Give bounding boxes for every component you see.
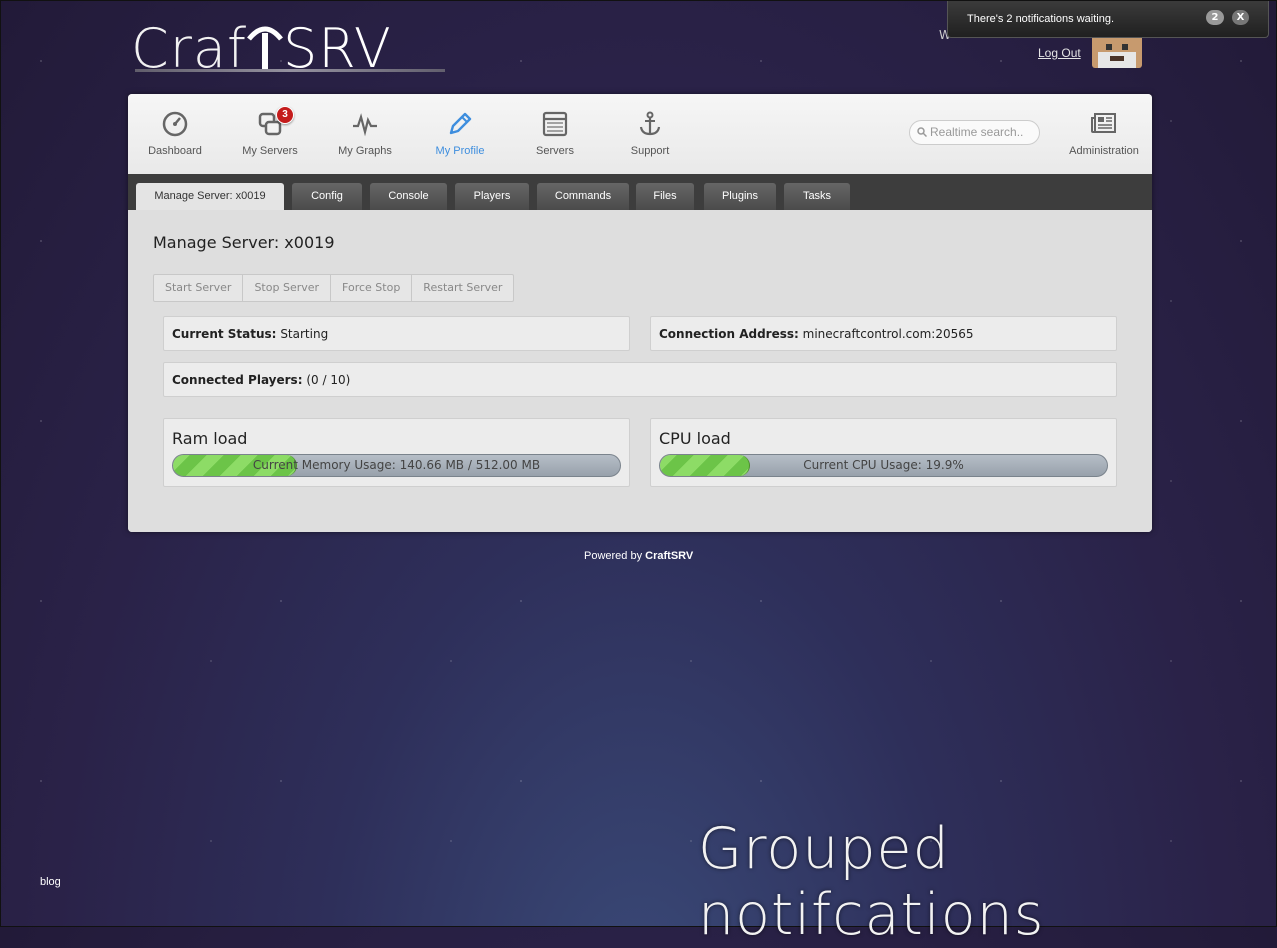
nav-label-servers: Servers xyxy=(536,145,574,157)
graph-pulse-icon xyxy=(353,113,377,137)
nav-item-administration[interactable]: Administration xyxy=(1068,94,1140,174)
address-label: Connection Address: xyxy=(659,327,799,341)
powered-by-footer: Powered by CraftSRV xyxy=(584,550,693,562)
logout-link[interactable]: Log Out xyxy=(1038,46,1081,60)
grouped-notifications-caption: Grouped notifcations xyxy=(698,816,1045,948)
anchor-icon xyxy=(639,111,661,136)
stop-server-button[interactable]: Stop Server xyxy=(243,275,332,301)
nav-item-support[interactable]: Support xyxy=(620,94,680,174)
manage-server-content: Manage Server: x0019 Start Server Stop S… xyxy=(128,210,1152,532)
tab-tasks[interactable]: Tasks xyxy=(784,183,850,210)
status-label: Current Status: xyxy=(172,327,277,341)
pencil-icon xyxy=(449,112,472,135)
current-status-box: Current Status: Starting xyxy=(163,316,630,351)
tab-players[interactable]: Players xyxy=(455,183,529,210)
search-icon xyxy=(917,127,927,137)
nav-label-dashboard: Dashboard xyxy=(148,145,202,157)
powered-brand-link[interactable]: CraftSRV xyxy=(645,550,693,562)
tab-config[interactable]: Config xyxy=(292,183,362,210)
tab-plugins[interactable]: Plugins xyxy=(704,183,776,210)
cpu-load-title: CPU load xyxy=(659,429,731,448)
server-action-buttons: Start Server Stop Server Force Stop Rest… xyxy=(153,274,515,302)
notification-close-button[interactable]: X xyxy=(1232,10,1249,25)
connection-address-box: Connection Address: minecraftcontrol.com… xyxy=(650,316,1117,351)
list-window-icon xyxy=(542,111,568,137)
nav-label-my-graphs: My Graphs xyxy=(338,145,392,157)
server-tab-bar: Manage Server: x0019 Config Console Play… xyxy=(128,174,1152,210)
nav-item-my-servers[interactable]: My Servers 3 xyxy=(240,94,300,174)
nav-label-administration: Administration xyxy=(1069,145,1139,157)
players-value: (0 / 10) xyxy=(306,373,351,387)
nav-item-my-graphs[interactable]: My Graphs xyxy=(335,94,395,174)
restart-server-button[interactable]: Restart Server xyxy=(412,275,513,301)
nav-label-my-servers: My Servers xyxy=(242,145,298,157)
players-label: Connected Players: xyxy=(172,373,303,387)
force-stop-button[interactable]: Force Stop xyxy=(331,275,413,301)
nav-label-support: Support xyxy=(630,145,670,157)
tab-console[interactable]: Console xyxy=(370,183,447,210)
powered-prefix: Powered by xyxy=(584,550,643,562)
logo-arrow-icon xyxy=(247,26,283,69)
tab-manage-server[interactable]: Manage Server: x0019 xyxy=(136,183,284,210)
nav-item-servers[interactable]: Servers xyxy=(525,94,585,174)
page-title: Manage Server: x0019 xyxy=(153,233,335,252)
newspaper-icon xyxy=(1091,113,1116,133)
dashboard-gauge-icon xyxy=(162,111,188,137)
logo-underline xyxy=(135,69,445,72)
tab-files[interactable]: Files xyxy=(636,183,694,210)
realtime-search-input[interactable]: Realtime search.. xyxy=(909,120,1040,145)
nav-item-my-profile[interactable]: My Profile xyxy=(430,94,490,174)
cpu-load-box: CPU load Current CPU Usage: 19.9% xyxy=(650,418,1117,487)
ram-progress-bar: Current Memory Usage: 140.66 MB / 512.00… xyxy=(172,454,621,477)
cpu-progress-bar: Current CPU Usage: 19.9% xyxy=(659,454,1108,477)
notification-count-badge[interactable]: 2 xyxy=(1206,10,1224,25)
notification-toast[interactable]: There's 2 notifications waiting. 2 X xyxy=(947,1,1269,38)
ram-usage-text: Current Memory Usage: 140.66 MB / 512.00… xyxy=(252,458,541,472)
nav-label-my-profile: My Profile xyxy=(435,145,485,157)
search-placeholder: Realtime search.. xyxy=(930,125,1024,139)
servers-count-badge: 3 xyxy=(276,106,294,124)
ram-load-title: Ram load xyxy=(172,429,248,448)
status-value: Starting xyxy=(280,327,329,341)
nav-item-dashboard[interactable]: Dashboard xyxy=(145,94,205,174)
main-panel: Dashboard My Servers 3 My Graphs My Prof… xyxy=(128,94,1152,532)
start-server-button[interactable]: Start Server xyxy=(154,275,244,301)
top-navigation: Dashboard My Servers 3 My Graphs My Prof… xyxy=(128,94,1152,175)
notification-text: There's 2 notifications waiting. xyxy=(967,13,1115,25)
ram-load-box: Ram load Current Memory Usage: 140.66 MB… xyxy=(163,418,630,487)
connected-players-box: Connected Players: (0 / 10) xyxy=(163,362,1117,397)
address-value: minecraftcontrol.com:20565 xyxy=(802,327,974,341)
tab-commands[interactable]: Commands xyxy=(537,183,629,210)
cpu-usage-text: Current CPU Usage: 19.9% xyxy=(803,458,964,472)
blog-link[interactable]: blog xyxy=(40,876,61,888)
